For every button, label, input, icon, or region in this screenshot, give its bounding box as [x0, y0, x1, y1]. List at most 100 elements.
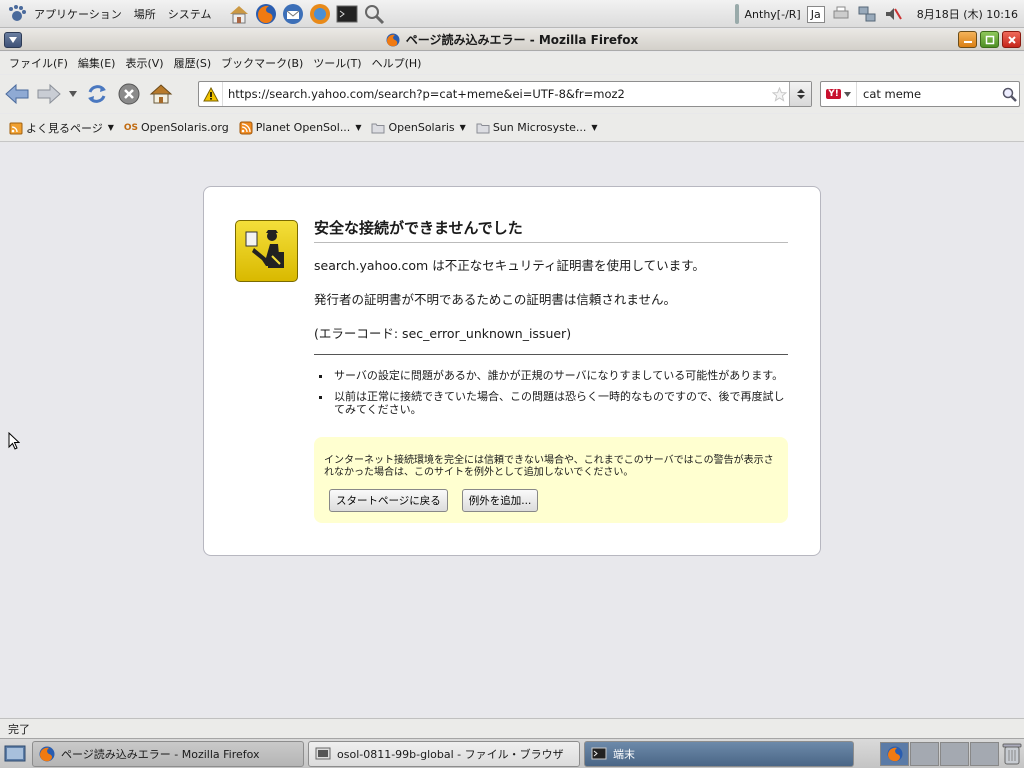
bookmark-planet-opensolaris[interactable]: Planet OpenSol... ▼: [234, 121, 367, 135]
firefox-title-icon: [386, 33, 400, 46]
menu-help[interactable]: ヘルプ(H): [367, 55, 427, 71]
bookmark-label: OpenSolaris: [388, 121, 455, 134]
error-line-2: 発行者の証明書が不明であるためこの証明書は信頼されません。: [314, 292, 677, 307]
workspace-3[interactable]: [940, 742, 969, 766]
bookmark-label: Sun Microsyste...: [492, 121, 587, 134]
search-magnifier-icon[interactable]: [999, 87, 1019, 102]
firefox-launcher-icon[interactable]: [254, 2, 278, 26]
update-launcher-icon[interactable]: [308, 2, 332, 26]
folder-icon: [476, 121, 490, 135]
url-input[interactable]: https://search.yahoo.com/search?p=cat+me…: [223, 87, 769, 101]
launchers: [227, 2, 386, 26]
menu-view[interactable]: 表示(V): [120, 55, 168, 71]
home-button[interactable]: [146, 79, 176, 109]
bookmark-star-icon[interactable]: [769, 86, 789, 102]
status-text: 完了: [8, 722, 30, 736]
menu-history[interactable]: 履歴(S): [169, 55, 217, 71]
url-dropdown-button[interactable]: [789, 82, 811, 106]
window-controls: [958, 31, 1021, 48]
add-exception-button[interactable]: 例外を追加...: [461, 489, 539, 512]
forward-arrow-icon: [37, 83, 61, 105]
close-button[interactable]: [1002, 31, 1021, 48]
panel-clock[interactable]: 8月18日 (木) 10:16: [909, 6, 1020, 22]
security-warning-icon[interactable]: [199, 82, 223, 106]
window-title-text: ページ読み込みエラー - Mozilla Firefox: [405, 33, 639, 47]
chevron-down-icon: ▼: [591, 123, 598, 132]
panel-menu: アプリケーション 場所 システム: [0, 3, 217, 25]
stop-icon: [118, 83, 140, 105]
back-arrow-icon: [5, 83, 29, 105]
url-bar[interactable]: https://search.yahoo.com/search?p=cat+me…: [198, 81, 812, 107]
chevron-down-icon: [69, 91, 77, 97]
terminal-launcher-icon[interactable]: [335, 2, 359, 26]
window-titlebar[interactable]: ページ読み込みエラー - Mozilla Firefox: [0, 29, 1024, 51]
reload-button[interactable]: [82, 79, 112, 109]
gnome-foot-icon[interactable]: [6, 3, 28, 25]
forward-button[interactable]: [34, 79, 64, 109]
menu-applications[interactable]: アプリケーション: [28, 6, 128, 22]
bookmark-opensolaris-org[interactable]: OS OpenSolaris.org: [119, 121, 234, 135]
menu-places[interactable]: 場所: [128, 6, 162, 22]
window-title: ページ読み込みエラー - Mozilla Firefox: [386, 31, 638, 48]
search-engine-selector[interactable]: Y!: [821, 82, 857, 106]
chevron-down-icon: [843, 91, 851, 97]
file-browser-icon: [315, 747, 331, 759]
return-to-start-page-button[interactable]: スタートページに戻る: [329, 489, 448, 512]
home-icon: [149, 84, 173, 104]
history-dropdown[interactable]: [66, 79, 80, 109]
bookmark-sun-microsystems-folder[interactable]: Sun Microsyste... ▼: [471, 121, 603, 135]
exception-buttons: スタートページに戻る 例外を追加...: [324, 489, 778, 512]
home-launcher-icon[interactable]: [227, 2, 251, 26]
task-label: osol-0811-99b-global - ファイル・ブラウザ: [337, 747, 564, 761]
page-content: 安全な接続ができませんでした search.yahoo.com は不正なセキュリ…: [0, 143, 1024, 717]
thunderbird-launcher-icon[interactable]: [281, 2, 305, 26]
task-file-browser[interactable]: osol-0811-99b-global - ファイル・ブラウザ: [308, 740, 580, 767]
task-firefox[interactable]: ページ読み込みエラー - Mozilla Firefox: [32, 740, 304, 767]
yahoo-logo: Y!: [826, 89, 841, 99]
minimize-icon: [963, 40, 972, 43]
error-line-1: search.yahoo.com は不正なセキュリティ証明書を使用しています。: [314, 258, 705, 273]
workspace-4[interactable]: [970, 742, 999, 766]
bookmark-label: OpenSolaris.org: [140, 121, 229, 134]
menu-edit[interactable]: 編集(E): [73, 55, 121, 71]
mouse-pointer-icon: [8, 432, 20, 450]
stop-button[interactable]: [114, 79, 144, 109]
menu-bookmarks[interactable]: ブックマーク(B): [216, 55, 308, 71]
chevron-down-icon: ▼: [355, 123, 362, 132]
firefox-icon: [887, 746, 902, 762]
reload-icon: [88, 85, 106, 103]
search-input[interactable]: cat meme: [857, 87, 999, 101]
task-label: ページ読み込みエラー - Mozilla Firefox: [61, 747, 260, 761]
rss-folder-icon: [9, 121, 23, 135]
exception-warning-panel: インターネット接続環境を完全には信頼できない場合や、これまでこのサーバではこの警…: [314, 437, 788, 523]
workspace-2[interactable]: [910, 742, 939, 766]
task-terminal[interactable]: 端末: [584, 740, 854, 767]
bookmark-opensolaris-folder[interactable]: OpenSolaris ▼: [366, 121, 470, 135]
back-button[interactable]: [2, 79, 32, 109]
minimize-button[interactable]: [958, 31, 977, 48]
bookmark-label: Planet OpenSol...: [255, 121, 351, 134]
search-bar[interactable]: Y! cat meme: [820, 81, 1020, 107]
maximize-button[interactable]: [980, 31, 999, 48]
ime-mode-button[interactable]: Ja: [806, 5, 825, 23]
volume-muted-icon[interactable]: [883, 4, 903, 24]
workspace-1[interactable]: [880, 742, 909, 766]
desktop-icon: [4, 745, 26, 761]
error-bullet-list: サーバの設定に問題があるか、誰かが正規のサーバになりすましている可能性があります…: [314, 369, 788, 416]
window-menu-button[interactable]: [4, 32, 22, 48]
maximize-icon: [985, 35, 994, 44]
menu-system[interactable]: システム: [162, 6, 218, 22]
navigation-toolbar: https://search.yahoo.com/search?p=cat+me…: [0, 75, 1024, 113]
spin-arrows-icon: [796, 89, 805, 99]
printer-icon[interactable]: [831, 4, 851, 24]
firefox-icon: [39, 746, 55, 761]
terminal-icon: [591, 747, 607, 759]
menu-tools[interactable]: ツール(T): [308, 55, 366, 71]
bookmark-most-visited[interactable]: よく見るページ ▼: [4, 120, 119, 136]
network-icon[interactable]: [857, 4, 877, 24]
trash-icon[interactable]: [1000, 741, 1024, 767]
show-desktop-button[interactable]: [2, 741, 28, 767]
menu-file[interactable]: ファイル(F): [4, 55, 73, 71]
ime-indicator[interactable]: Anthy[-/R]: [745, 8, 801, 21]
search-launcher-icon[interactable]: [362, 2, 386, 26]
